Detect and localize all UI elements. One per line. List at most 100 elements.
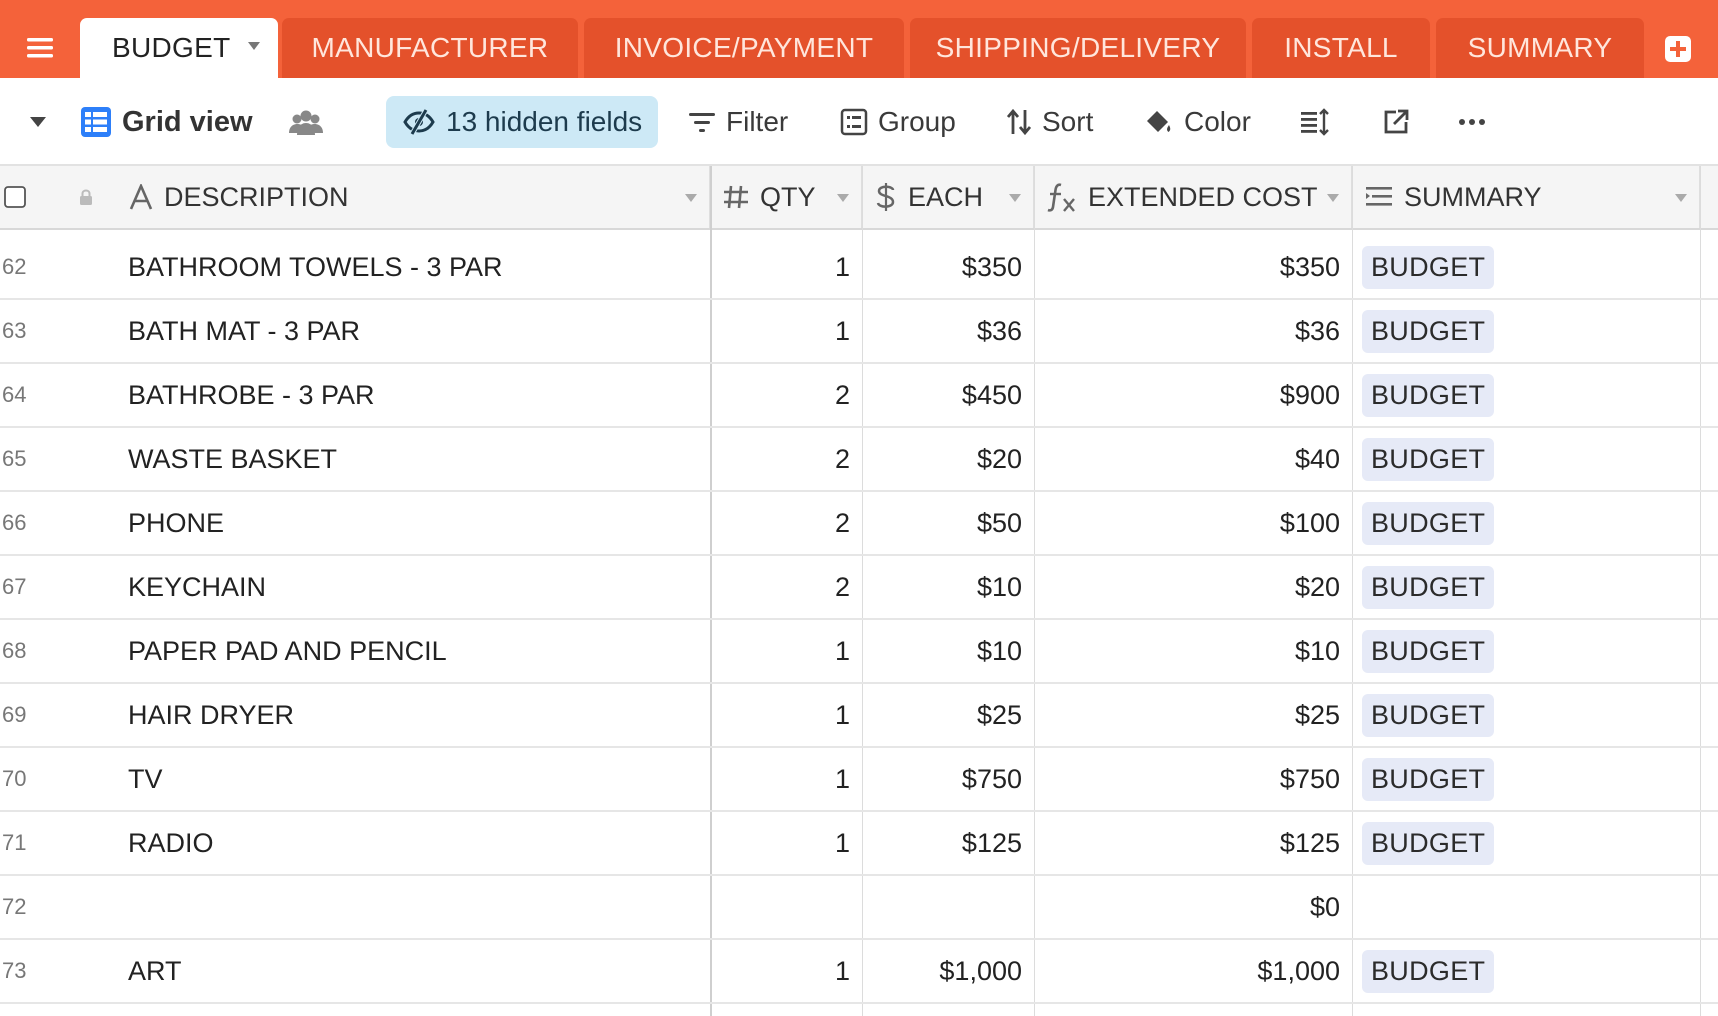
qty-cell[interactable]: 1 xyxy=(712,748,850,810)
qty-cell[interactable]: 1 xyxy=(712,620,850,682)
add-table-icon[interactable] xyxy=(1662,34,1694,64)
summary-cell[interactable] xyxy=(1362,876,1702,938)
hidden-fields-button[interactable]: 13 hidden fields xyxy=(386,96,659,148)
table-row[interactable]: 67 KEYCHAIN 2 $10 $20 BUDGET xyxy=(0,556,1718,620)
extended-cost-cell[interactable]: $100 xyxy=(1036,492,1340,554)
description-cell[interactable]: RADIO xyxy=(128,812,708,874)
chevron-down-icon[interactable] xyxy=(1675,194,1687,202)
qty-cell[interactable]: 2 xyxy=(712,492,850,554)
tab-install[interactable]: INSTALL xyxy=(1252,18,1430,78)
each-cell[interactable]: $125 xyxy=(864,812,1022,874)
column-header-description[interactable]: DESCRIPTION xyxy=(116,166,710,228)
view-switcher-toggle[interactable] xyxy=(28,96,48,148)
tab-budget[interactable]: BUDGET xyxy=(80,18,278,78)
each-cell[interactable] xyxy=(864,876,1022,938)
description-cell[interactable]: BATHROOM TOWELS - 3 PAR xyxy=(128,236,708,298)
table-row[interactable]: 71 RADIO 1 $125 $125 BUDGET xyxy=(0,812,1718,876)
each-cell[interactable]: $1,000 xyxy=(864,940,1022,1002)
each-cell[interactable]: $350 xyxy=(864,236,1022,298)
qty-cell[interactable]: 1 xyxy=(712,812,850,874)
column-header-extended-cost[interactable]: EXTENDED COST xyxy=(1034,166,1352,228)
extended-cost-cell[interactable]: $0 xyxy=(1036,876,1340,938)
table-row[interactable]: 64 BATHROBE - 3 PAR 2 $450 $900 BUDGET xyxy=(0,364,1718,428)
summary-cell[interactable]: BUDGET xyxy=(1362,748,1702,810)
qty-cell[interactable]: 1 xyxy=(712,684,850,746)
tab-summary[interactable]: SUMMARY xyxy=(1436,18,1644,78)
description-cell[interactable]: ART xyxy=(128,940,708,1002)
summary-cell[interactable]: BUDGET xyxy=(1362,620,1702,682)
chevron-down-icon[interactable] xyxy=(685,194,697,202)
each-cell[interactable]: $750 xyxy=(864,748,1022,810)
table-row[interactable]: 68 PAPER PAD AND PENCIL 1 $10 $10 BUDGET xyxy=(0,620,1718,684)
filter-button[interactable]: Filter xyxy=(688,96,788,148)
description-cell[interactable]: PHONE xyxy=(128,492,708,554)
extended-cost-cell[interactable]: $750 xyxy=(1036,748,1340,810)
qty-cell[interactable]: 1 xyxy=(712,236,850,298)
extended-cost-cell[interactable]: $900 xyxy=(1036,364,1340,426)
description-cell[interactable]: BATHROBE - 3 PAR xyxy=(128,364,708,426)
each-cell[interactable]: $36 xyxy=(864,300,1022,362)
table-row[interactable]: 62 BATHROOM TOWELS - 3 PAR 1 $350 $350 B… xyxy=(0,236,1718,300)
summary-cell[interactable]: BUDGET xyxy=(1362,556,1702,618)
extended-cost-cell[interactable]: $350 xyxy=(1036,236,1340,298)
select-all-checkbox[interactable] xyxy=(4,186,26,208)
description-cell[interactable]: BATH MAT - 3 PAR xyxy=(128,300,708,362)
chevron-down-icon[interactable] xyxy=(837,194,849,202)
chevron-down-icon[interactable] xyxy=(1327,194,1339,202)
summary-cell[interactable]: BUDGET xyxy=(1362,940,1702,1002)
row-height-button[interactable] xyxy=(1300,96,1330,148)
chevron-down-icon[interactable] xyxy=(1009,194,1021,202)
extended-cost-cell[interactable]: $25 xyxy=(1036,684,1340,746)
table-row[interactable]: 63 BATH MAT - 3 PAR 1 $36 $36 BUDGET xyxy=(0,300,1718,364)
qty-cell[interactable]: 2 xyxy=(712,364,850,426)
extended-cost-cell[interactable]: $36 xyxy=(1036,300,1340,362)
chevron-down-icon[interactable] xyxy=(248,42,260,50)
description-cell[interactable]: PAPER PAD AND PENCIL xyxy=(128,620,708,682)
share-view-button[interactable] xyxy=(1382,96,1410,148)
qty-cell[interactable]: 2 xyxy=(712,556,850,618)
more-options-button[interactable] xyxy=(1458,96,1486,148)
summary-cell[interactable]: BUDGET xyxy=(1362,364,1702,426)
menu-icon[interactable] xyxy=(18,28,62,68)
table-row[interactable]: 72 $0 xyxy=(0,876,1718,940)
column-header-each[interactable]: EACH xyxy=(862,166,1034,228)
table-row[interactable]: 73 ART 1 $1,000 $1,000 BUDGET xyxy=(0,940,1718,1004)
qty-cell[interactable] xyxy=(712,876,850,938)
description-cell[interactable]: TV xyxy=(128,748,708,810)
table-row[interactable]: 66 PHONE 2 $50 $100 BUDGET xyxy=(0,492,1718,556)
each-cell[interactable]: $10 xyxy=(864,620,1022,682)
table-row[interactable]: 65 WASTE BASKET 2 $20 $40 BUDGET xyxy=(0,428,1718,492)
sort-button[interactable]: Sort xyxy=(1006,96,1093,148)
description-cell[interactable]: WASTE BASKET xyxy=(128,428,708,490)
each-cell[interactable]: $50 xyxy=(864,492,1022,554)
group-button[interactable]: Group xyxy=(840,96,956,148)
tab-manufacturer[interactable]: MANUFACTURER xyxy=(282,18,578,78)
view-name[interactable]: Grid view xyxy=(80,96,253,148)
each-cell[interactable]: $10 xyxy=(864,556,1022,618)
table-row[interactable]: 69 HAIR DRYER 1 $25 $25 BUDGET xyxy=(0,684,1718,748)
description-cell[interactable]: HAIR DRYER xyxy=(128,684,708,746)
description-cell[interactable] xyxy=(128,876,708,938)
tab-invoice-payment[interactable]: INVOICE/PAYMENT xyxy=(584,18,904,78)
extended-cost-cell[interactable]: $20 xyxy=(1036,556,1340,618)
column-header-summary[interactable]: SUMMARY xyxy=(1352,166,1700,228)
table-row[interactable]: 70 TV 1 $750 $750 BUDGET xyxy=(0,748,1718,812)
summary-cell[interactable]: BUDGET xyxy=(1362,492,1702,554)
each-cell[interactable]: $20 xyxy=(864,428,1022,490)
extended-cost-cell[interactable]: $40 xyxy=(1036,428,1340,490)
extended-cost-cell[interactable]: $1,000 xyxy=(1036,940,1340,1002)
qty-cell[interactable]: 1 xyxy=(712,940,850,1002)
description-cell[interactable]: KEYCHAIN xyxy=(128,556,708,618)
color-button[interactable]: Color xyxy=(1144,96,1251,148)
column-header-qty[interactable]: QTY xyxy=(710,166,862,228)
summary-cell[interactable]: BUDGET xyxy=(1362,812,1702,874)
extended-cost-cell[interactable]: $10 xyxy=(1036,620,1340,682)
qty-cell[interactable]: 1 xyxy=(712,300,850,362)
summary-cell[interactable]: BUDGET xyxy=(1362,300,1702,362)
extended-cost-cell[interactable]: $125 xyxy=(1036,812,1340,874)
summary-cell[interactable]: BUDGET xyxy=(1362,684,1702,746)
summary-cell[interactable]: BUDGET xyxy=(1362,428,1702,490)
each-cell[interactable]: $450 xyxy=(864,364,1022,426)
qty-cell[interactable]: 2 xyxy=(712,428,850,490)
tab-shipping-delivery[interactable]: SHIPPING/DELIVERY xyxy=(910,18,1246,78)
